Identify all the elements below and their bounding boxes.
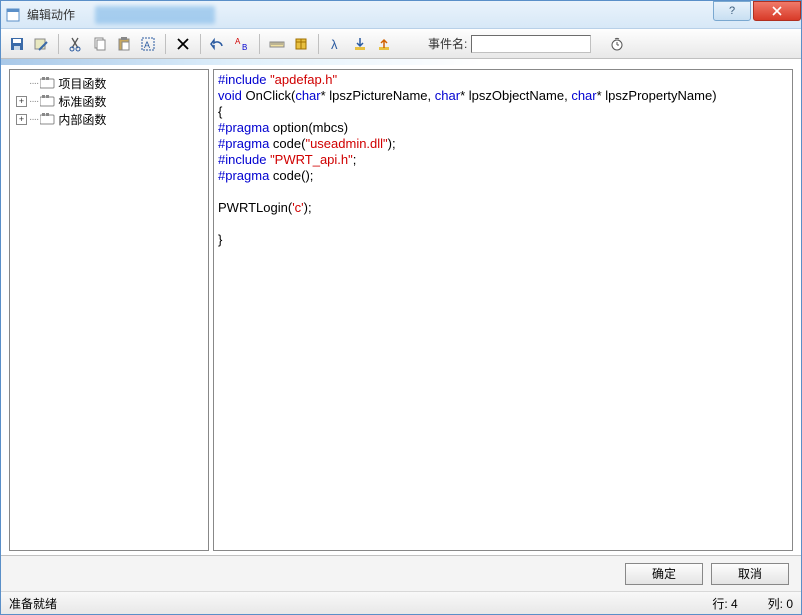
code-editor[interactable]: #include "apdefap.h"void OnClick(char* l… xyxy=(213,69,793,551)
help-button[interactable]: ? xyxy=(713,1,751,21)
titlebar[interactable]: 编辑动作 ? xyxy=(1,1,801,29)
window-buttons: ? xyxy=(711,1,801,21)
select-all-icon[interactable]: A xyxy=(138,34,158,54)
tree-item-label: 标准函数 xyxy=(58,93,106,110)
toolbar-sep xyxy=(318,34,319,54)
toolbar-sep xyxy=(259,34,260,54)
export-icon[interactable] xyxy=(374,34,394,54)
expand-icon[interactable]: + xyxy=(16,114,27,125)
status-bar: 准备就绪 行: 4 列: 0 xyxy=(1,592,801,614)
svg-text:B: B xyxy=(242,43,247,52)
close-button[interactable] xyxy=(753,1,801,21)
paste-icon[interactable] xyxy=(114,34,134,54)
ok-button[interactable]: 确定 xyxy=(625,563,703,585)
undo-icon[interactable] xyxy=(208,34,228,54)
tree-item[interactable]: +····内部函数 xyxy=(12,110,206,128)
toolbar: A AB λ 事件名: xyxy=(1,29,801,59)
folder-icon xyxy=(40,94,56,108)
copy-icon[interactable] xyxy=(90,34,110,54)
toolbar-sep xyxy=(58,34,59,54)
save-icon[interactable] xyxy=(7,34,27,54)
footer: 确定 取消 准备就绪 行: 4 列: 0 xyxy=(1,555,801,614)
status-ready: 准备就绪 xyxy=(9,595,682,612)
status-col: 列: 0 xyxy=(768,595,793,612)
button-row: 确定 取消 xyxy=(1,556,801,592)
delete-icon[interactable] xyxy=(173,34,193,54)
tree-item[interactable]: +····标准函数 xyxy=(12,92,206,110)
tree-item[interactable]: ····项目函数 xyxy=(12,74,206,92)
window-root: 编辑动作 ? A AB λ 事件名: ·· xyxy=(0,0,802,615)
event-name-label: 事件名: xyxy=(428,35,467,52)
folder-icon xyxy=(40,76,56,90)
font-color-icon[interactable]: AB xyxy=(232,34,252,54)
svg-text:A: A xyxy=(235,37,241,46)
body: ····项目函数+····标准函数+····内部函数 #include "apd… xyxy=(1,65,801,555)
cancel-button[interactable]: 取消 xyxy=(711,563,789,585)
clock-icon[interactable] xyxy=(607,34,627,54)
compile-icon[interactable] xyxy=(31,34,51,54)
folder-icon xyxy=(40,112,56,126)
tree-item-label: 内部函数 xyxy=(58,111,106,128)
ruler-icon[interactable] xyxy=(267,34,287,54)
window-title: 编辑动作 xyxy=(27,6,75,23)
import-icon[interactable] xyxy=(350,34,370,54)
toolbar-sep xyxy=(165,34,166,54)
lambda-icon[interactable]: λ xyxy=(326,34,346,54)
app-icon xyxy=(5,7,21,23)
tree-panel[interactable]: ····项目函数+····标准函数+····内部函数 xyxy=(9,69,209,551)
status-line: 行: 4 xyxy=(712,595,737,612)
tree-item-label: 项目函数 xyxy=(58,75,106,92)
svg-text:A: A xyxy=(144,40,150,50)
event-name-input[interactable] xyxy=(471,35,591,53)
svg-text:λ: λ xyxy=(331,37,338,51)
expand-icon[interactable]: + xyxy=(16,96,27,107)
cut-icon[interactable] xyxy=(66,34,86,54)
toolbar-sep xyxy=(200,34,201,54)
object-icon[interactable] xyxy=(291,34,311,54)
title-blur xyxy=(95,6,215,24)
